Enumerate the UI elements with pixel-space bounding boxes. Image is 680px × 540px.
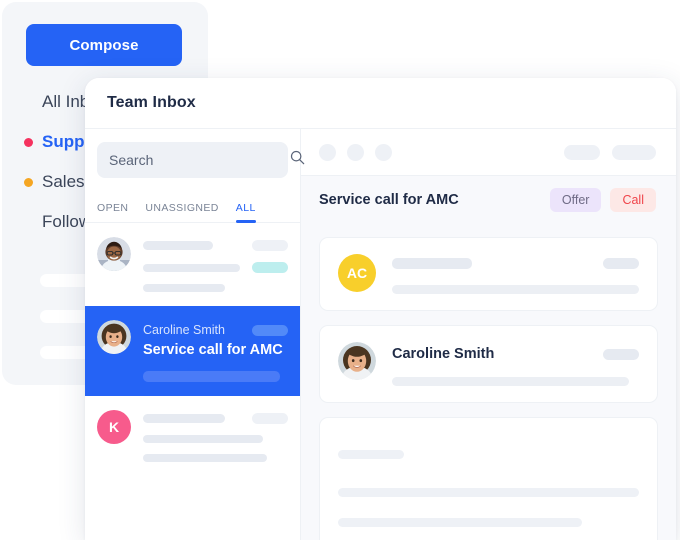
message-meta-row: Caroline Smith [392,346,639,362]
skeleton-line [143,435,263,443]
message-header: Caroline Smith [338,342,639,386]
message-body [392,254,639,294]
conversation-filter-tabs: OPEN UNASSIGNED ALL [85,186,300,223]
skeleton-line [338,488,639,497]
message-thread[interactable]: AC Caroline Smith [301,223,676,540]
list-item-row [143,240,288,251]
list-item-content [143,237,288,292]
status-badge [252,262,288,273]
message-header: AC [338,254,639,294]
avatar [338,342,376,380]
conversation-subject: Service call for AMC [319,191,459,208]
list-item-row [143,262,288,273]
detail-header: Service call for AMC Offer Call [301,176,676,223]
skeleton-line [143,414,225,423]
list-item-row [143,413,288,424]
list-item-content [143,410,288,462]
compose-button[interactable]: Compose [26,24,182,66]
toolbar-action-icon[interactable] [347,143,364,161]
page-title: Team Inbox [107,94,196,111]
list-item-row [143,284,288,292]
inbox-title-bar: Team Inbox [85,78,676,129]
message-card[interactable] [319,417,658,540]
toolbar-button-placeholder[interactable] [564,144,600,160]
message-meta-row [392,258,639,269]
skeleton-line [338,450,405,459]
status-dot-icon [24,177,33,187]
list-item[interactable]: K [85,396,300,476]
avatar [97,237,131,271]
conversation-list-column: OPEN UNASSIGNED ALL [85,129,305,540]
tab-all[interactable]: ALL [235,202,256,223]
avatar [97,320,131,354]
toolbar-action-icon[interactable] [375,143,392,161]
skeleton-badge [252,413,288,424]
skeleton-line [143,284,225,292]
sidebar-item-label: Sales [42,172,85,191]
skeleton-timestamp [603,258,639,269]
skeleton-badge [252,324,288,336]
skeleton-line [392,258,472,269]
list-item-sender: Caroline Smith [143,323,225,337]
toolbar-button-placeholder[interactable] [612,144,656,160]
search-box[interactable] [97,142,305,178]
avatar-initials: AC [338,254,376,292]
search-input[interactable] [109,152,290,168]
list-item-row [143,435,288,443]
skeleton-line [143,263,240,272]
conversation-list: Caroline Smith Service call for AMC K [85,223,300,476]
conversation-detail-column: Service call for AMC Offer Call AC Carol… [301,129,676,540]
skeleton-timestamp [603,348,639,360]
tab-unassigned[interactable]: UNASSIGNED [145,202,218,222]
tab-open[interactable]: OPEN [97,202,128,222]
team-inbox-window: Team Inbox OPEN UNASSIGNED ALL [85,78,676,540]
skeleton-line [143,371,280,382]
list-item-row [143,371,288,382]
skeleton-line [338,518,582,527]
inbox-body: OPEN UNASSIGNED ALL [85,129,676,540]
status-dot-icon [24,137,33,147]
skeleton-line [392,285,639,294]
list-item-row: Caroline Smith [143,323,288,337]
skeleton-line [392,377,630,386]
avatar-initials: K [97,410,131,444]
search-icon[interactable] [290,150,305,170]
skeleton-badge [252,240,288,251]
toolbar-action-icon[interactable] [319,143,336,161]
list-item-row [143,454,288,462]
tag-call[interactable]: Call [610,187,656,212]
list-item[interactable] [85,223,300,306]
skeleton-line [143,454,267,462]
list-item-content: Caroline Smith Service call for AMC [143,320,288,382]
skeleton-line [143,241,213,250]
message-body: Caroline Smith [392,342,639,386]
tag-offer[interactable]: Offer [549,187,602,212]
list-item-selected[interactable]: Caroline Smith Service call for AMC [85,306,300,396]
avatar-initials-label: K [108,419,120,435]
message-card[interactable]: Caroline Smith [319,325,658,403]
avatar-initials-label: AC [346,265,368,281]
message-sender: Caroline Smith [392,346,495,362]
detail-toolbar [301,129,676,176]
message-card[interactable]: AC [319,237,658,311]
list-item-subject: Service call for AMC [143,342,283,358]
